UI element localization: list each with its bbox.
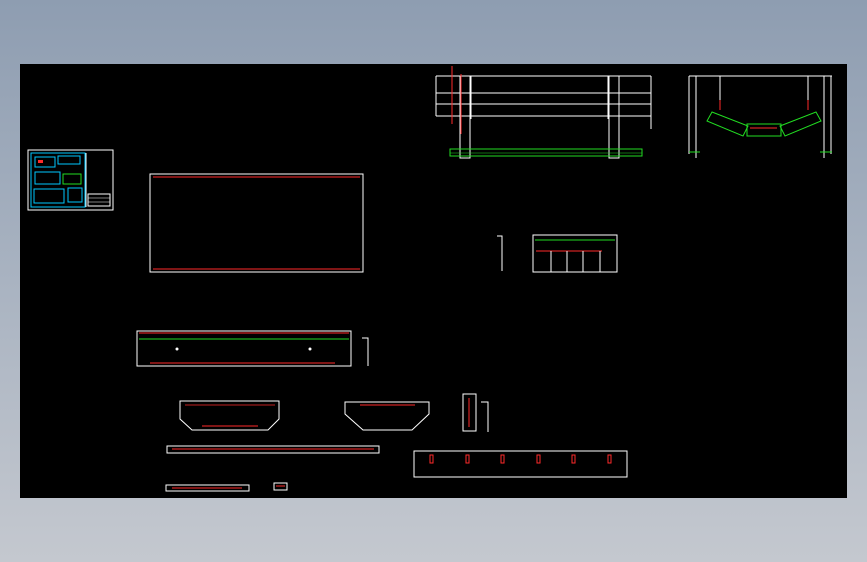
thumbnail-sheet[interactable]: [27, 149, 114, 211]
front-elevation[interactable]: [435, 66, 652, 159]
slotted-plate[interactable]: [413, 450, 628, 478]
bracket-right[interactable]: [344, 401, 430, 431]
divider-box[interactable]: [497, 234, 618, 273]
beam-long[interactable]: [136, 330, 369, 367]
bracket-left[interactable]: [179, 400, 280, 431]
tab-small[interactable]: [273, 482, 288, 491]
plate-large[interactable]: [149, 173, 364, 273]
strip-long[interactable]: [166, 445, 380, 454]
cad-drawing: [27, 66, 832, 492]
side-plate-small[interactable]: [462, 393, 489, 432]
strip-short[interactable]: [165, 484, 250, 492]
cad-drawing-canvas[interactable]: [20, 64, 847, 498]
side-elevation[interactable]: [688, 75, 832, 158]
